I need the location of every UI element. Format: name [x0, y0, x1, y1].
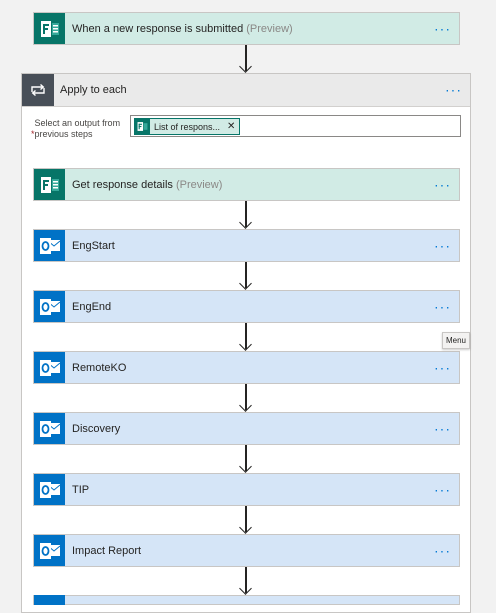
- more-options-button[interactable]: ···: [434, 359, 451, 375]
- connector-arrow: [239, 262, 253, 290]
- apply-to-each-header[interactable]: Apply to each ···: [22, 74, 470, 107]
- step-title-text: Get response details: [72, 178, 173, 191]
- more-options-button[interactable]: ···: [434, 298, 451, 314]
- preview-tag: (Preview): [246, 22, 293, 35]
- outlook-icon: [34, 413, 65, 444]
- outlook-icon: [34, 595, 65, 605]
- step-card-get-response-details[interactable]: Get response details (Preview) ···: [33, 168, 460, 201]
- connector-arrow: [239, 45, 253, 73]
- step-title: Get response details (Preview): [72, 179, 222, 191]
- outlook-icon: [34, 535, 65, 566]
- more-options-button[interactable]: ···: [434, 481, 451, 497]
- connector-arrow: [239, 567, 253, 595]
- step-card-discovery[interactable]: Discovery ···: [33, 412, 460, 445]
- connector-arrow: [239, 384, 253, 412]
- step-title: Impact Report: [72, 544, 142, 557]
- more-options-button[interactable]: ···: [434, 237, 451, 253]
- trigger-card[interactable]: When a new response is submitted (Previe…: [33, 12, 460, 45]
- apply-to-each-title: Apply to each: [60, 84, 127, 96]
- trigger-title: When a new response is submitted (Previe…: [72, 23, 293, 35]
- connector-arrow: [239, 445, 253, 473]
- step-card-remoteko[interactable]: RemoteKO ···: [33, 351, 460, 384]
- connector-arrow: [239, 323, 253, 351]
- output-input[interactable]: List of respons... ✕: [130, 115, 461, 137]
- forms-icon: [135, 119, 150, 134]
- step-card-partial[interactable]: [33, 595, 460, 605]
- more-options-button[interactable]: ···: [445, 82, 462, 98]
- step-title: EngEnd: [72, 300, 112, 313]
- outlook-icon: [34, 474, 65, 505]
- step-card-tip[interactable]: TIP ···: [33, 473, 460, 506]
- step-title: Discovery: [72, 422, 121, 435]
- more-options-button[interactable]: ···: [434, 542, 451, 558]
- step-title: EngStart: [72, 239, 115, 252]
- loop-icon: [22, 74, 54, 106]
- step-card-impact-report[interactable]: Impact Report ···: [33, 534, 460, 567]
- forms-icon: [34, 13, 65, 44]
- outlook-icon: [34, 230, 65, 261]
- token-label: List of respons...: [154, 121, 221, 132]
- forms-icon: [34, 169, 65, 200]
- menu-tooltip: Menu: [442, 332, 470, 349]
- step-title: TIP: [72, 483, 90, 496]
- step-title: RemoteKO: [72, 361, 127, 374]
- outlook-icon: [34, 291, 65, 322]
- outlook-icon: [34, 352, 65, 383]
- more-options-button[interactable]: ···: [434, 20, 451, 36]
- output-label-text: Select an output from previous steps: [34, 118, 121, 139]
- step-card-engstart[interactable]: EngStart ···: [33, 229, 460, 262]
- connector-arrow: [239, 506, 253, 534]
- close-icon[interactable]: ✕: [227, 121, 235, 132]
- preview-tag: (Preview): [175, 178, 223, 191]
- connector-arrow: [239, 201, 253, 229]
- step-card-engend[interactable]: EngEnd ···: [33, 290, 460, 323]
- output-field-label: *Select an output from previous steps: [31, 118, 121, 140]
- dynamic-content-token[interactable]: List of respons... ✕: [134, 118, 240, 135]
- more-options-button[interactable]: ···: [434, 420, 451, 436]
- trigger-title-text: When a new response is submitted: [72, 22, 244, 35]
- more-options-button[interactable]: ···: [434, 176, 451, 192]
